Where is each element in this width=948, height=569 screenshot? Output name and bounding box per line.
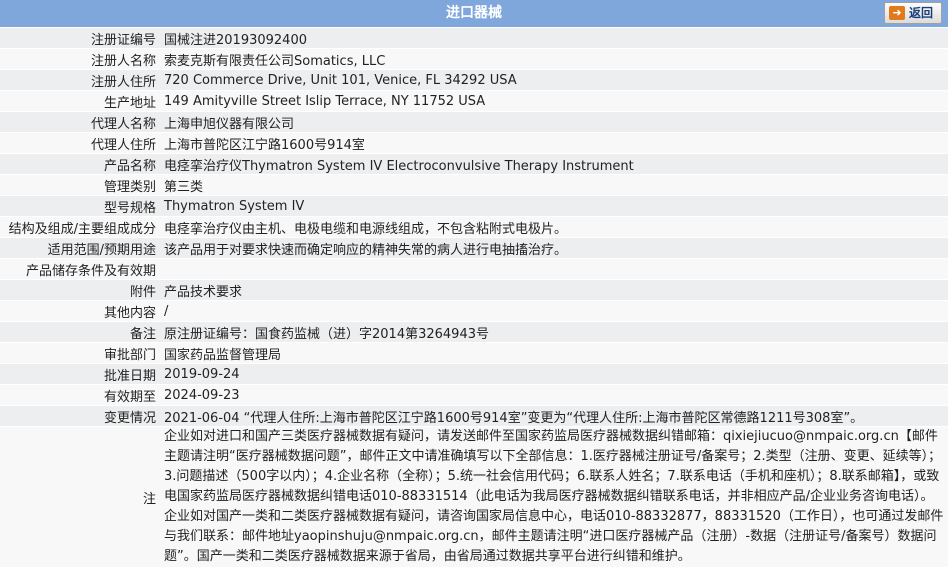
- field-label-text: 附件: [129, 284, 156, 300]
- table-row: 有效期至 2024-09-23: [0, 384, 948, 406]
- field-label: 有效期至: [0, 384, 160, 406]
- arrow-right-icon: ➜: [888, 6, 905, 20]
- field-label: 代理人名称: [0, 111, 160, 133]
- title-bar: 进口器械 ➜ 返回: [0, 0, 948, 28]
- field-label-text: 结构及组成/主要组成成分: [8, 221, 156, 237]
- note-row: 注 企业如对进口和国产三类医疗器械数据有疑问，请发送邮件至国家药监局医疗器械数据…: [0, 426, 948, 567]
- note-text: 企业如对进口和国产三类医疗器械数据有疑问，请发送邮件至国家药监局医疗器械数据纠错…: [160, 426, 948, 567]
- field-label: 代理人住所: [0, 132, 160, 154]
- field-label-text: 注册证编号: [90, 32, 156, 48]
- table-row: 变更情况 2021-06-04 “代理人住所:上海市普陀区江宁路1600号914室…: [0, 405, 948, 427]
- field-value: 149 Amityville Street Islip Terrace, NY …: [160, 90, 948, 112]
- back-button-label: 返回: [908, 6, 933, 20]
- field-label: 其他内容: [0, 300, 160, 322]
- table-row: 备注 原注册证编号：国食药监械（进）字2014第3264943号: [0, 321, 948, 343]
- field-label: 产品名称: [0, 153, 160, 175]
- table-row: 生产地址 149 Amityville Street Islip Terrace,…: [0, 90, 948, 112]
- field-label: 结构及组成/主要组成成分: [0, 216, 160, 238]
- field-value: Thymatron System IV: [160, 195, 948, 217]
- field-label-text: 代理人名称: [90, 116, 156, 132]
- field-value: 第三类: [160, 174, 948, 196]
- field-label: 型号规格: [0, 195, 160, 217]
- field-value: 上海市普陀区江宁路1600号914室: [160, 132, 948, 154]
- field-value: 电痉挛治疗仪由主机、电极电缆和电源线组成，不包含粘附式电极片。: [160, 216, 948, 238]
- back-button[interactable]: ➜ 返回: [883, 2, 942, 24]
- field-value: 国家药品监督管理局: [160, 342, 948, 364]
- table-row: 注册证编号 国械注进20193092400: [0, 28, 948, 49]
- field-label: 管理类别: [0, 174, 160, 196]
- field-label: 注册人名称: [0, 48, 160, 70]
- field-label-text: 代理人住所: [90, 137, 156, 153]
- field-label: 变更情况: [0, 405, 160, 427]
- field-value: 产品技术要求: [160, 279, 948, 301]
- field-value: 原注册证编号：国食药监械（进）字2014第3264943号: [160, 321, 948, 343]
- field-label-text: 备注: [129, 326, 156, 342]
- field-label: 备注: [0, 321, 160, 343]
- field-label-text: 适用范围/预期用途: [47, 242, 156, 258]
- field-label-text: 管理类别: [103, 179, 156, 195]
- field-label: 注册人住所: [0, 69, 160, 91]
- page-title: 进口器械: [446, 5, 502, 21]
- field-label: 产品储存条件及有效期: [0, 258, 160, 280]
- field-label-text: 注册人名称: [90, 53, 156, 69]
- table-row: 其他内容 /: [0, 300, 948, 322]
- field-label-text: 型号规格: [103, 200, 156, 216]
- field-value: 该产品用于对要求快速而确定响应的精神失常的病人进行电抽搐治疗。: [160, 237, 948, 259]
- field-label-text: 注册人住所: [90, 74, 156, 90]
- field-label-text: 其他内容: [103, 305, 156, 321]
- field-label: 批准日期: [0, 363, 160, 385]
- field-label: 适用范围/预期用途: [0, 237, 160, 259]
- field-value: 720 Commerce Drive, Unit 101, Venice, FL…: [160, 69, 948, 91]
- table-row: 型号规格 Thymatron System IV: [0, 195, 948, 217]
- table-row: 注册人名称 索麦克斯有限责任公司Somatics, LLC: [0, 48, 948, 70]
- field-value: 电痉挛治疗仪Thymatron System IV Electroconvuls…: [160, 153, 948, 175]
- field-label-text: 产品名称: [103, 158, 156, 174]
- field-label: 审批部门: [0, 342, 160, 364]
- field-label: 注册证编号: [0, 28, 160, 49]
- field-label: 生产地址: [0, 90, 160, 112]
- table-row: 批准日期 2019-09-24: [0, 363, 948, 385]
- table-row: 产品名称 电痉挛治疗仪Thymatron System IV Electrocon…: [0, 153, 948, 175]
- table-row: 适用范围/预期用途 该产品用于对要求快速而确定响应的精神失常的病人进行电抽搐治疗。: [0, 237, 948, 259]
- table-row: 结构及组成/主要组成成分 电痉挛治疗仪由主机、电极电缆和电源线组成，不包含粘附式电…: [0, 216, 948, 238]
- field-value: [160, 258, 948, 280]
- table-row: 管理类别 第三类: [0, 174, 948, 196]
- field-value: 国械注进20193092400: [160, 28, 948, 49]
- table-row: 代理人名称 上海申旭仪器有限公司: [0, 111, 948, 133]
- note-label: 注: [0, 426, 160, 567]
- field-value: /: [160, 300, 948, 322]
- field-label-text: 有效期至: [103, 389, 156, 405]
- table-row: 附件 产品技术要求: [0, 279, 948, 301]
- field-label-text: 生产地址: [103, 95, 156, 111]
- field-label-text: 产品储存条件及有效期: [25, 263, 156, 279]
- detail-table: 注册证编号 国械注进20193092400 注册人名称 索麦克斯有限责任公司Somat…: [0, 28, 948, 567]
- field-label-text: 变更情况: [103, 410, 156, 426]
- field-label: 附件: [0, 279, 160, 301]
- field-label-text: 审批部门: [103, 347, 156, 363]
- table-row: 审批部门 国家药品监督管理局: [0, 342, 948, 364]
- table-row: 产品储存条件及有效期: [0, 258, 948, 280]
- field-value: 2019-09-24: [160, 363, 948, 385]
- table-row: 注册人住所 720 Commerce Drive, Unit 101, Venic…: [0, 69, 948, 91]
- field-value: 2021-06-04 “代理人住所:上海市普陀区江宁路1600号914室”变更为…: [160, 405, 948, 427]
- field-value: 2024-09-23: [160, 384, 948, 406]
- table-row: 代理人住所 上海市普陀区江宁路1600号914室: [0, 132, 948, 154]
- field-value: 索麦克斯有限责任公司Somatics, LLC: [160, 48, 948, 70]
- field-value: 上海申旭仪器有限公司: [160, 111, 948, 133]
- field-label-text: 批准日期: [103, 368, 156, 384]
